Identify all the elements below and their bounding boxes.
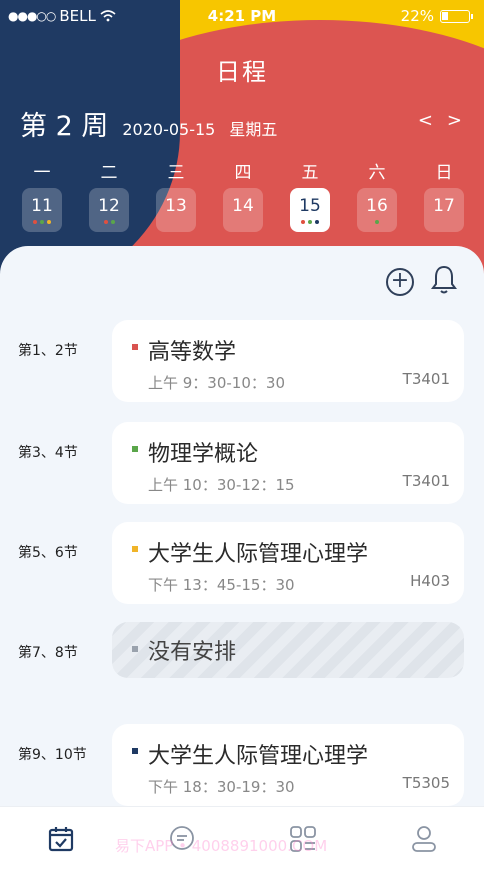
course-room: H403 (410, 572, 450, 590)
profile-icon (411, 825, 436, 852)
week-navigation: < > (418, 110, 462, 131)
day-column: 四 14 (221, 158, 265, 232)
add-button[interactable]: + (386, 268, 414, 296)
event-dot (103, 220, 108, 224)
empty-slot-card[interactable]: 没有安排 (112, 622, 464, 678)
date-tile[interactable]: 12 (89, 188, 129, 232)
event-dots (301, 220, 319, 224)
event-dots (33, 220, 51, 224)
calendar-icon (48, 826, 73, 851)
tab-profile[interactable] (404, 819, 444, 859)
course-room: T5305 (402, 774, 450, 792)
course-name: 高等数学 (148, 340, 237, 365)
date-number: 16 (366, 196, 388, 216)
date-tile[interactable]: 13 (156, 188, 196, 232)
course-card[interactable]: 物理学概论上午 10：30-12：15 T3401 (112, 422, 464, 504)
tab-calendar[interactable] (41, 819, 81, 859)
day-of-week-label: 一 (33, 163, 51, 183)
course-name: 没有安排 (148, 640, 237, 665)
prev-week-button[interactable]: < (418, 110, 433, 131)
next-week-button[interactable]: > (447, 110, 462, 131)
date-number: 12 (98, 196, 120, 216)
period-label: 第9、10节 (18, 747, 87, 763)
date-tile[interactable]: 14 (223, 188, 263, 232)
date-number: 17 (433, 196, 455, 216)
event-dots (103, 220, 115, 224)
battery-percent: 22% (400, 7, 434, 25)
week-number: 第 2 周 (20, 111, 109, 142)
course-time: 下午 13：45-15：30 (148, 576, 295, 594)
battery-icon (440, 9, 473, 23)
date-tile[interactable]: 11 (22, 188, 62, 232)
page-title: 日程 (216, 58, 268, 86)
event-dot (315, 220, 319, 224)
event-dot (33, 220, 37, 224)
event-dot (375, 220, 379, 224)
day-column: 六 16 (355, 158, 399, 232)
day-of-week-label: 二 (100, 163, 118, 183)
period-label: 第5、6节 (18, 545, 78, 561)
event-dot (308, 220, 312, 224)
event-dot (301, 220, 305, 224)
day-column: 三 13 (154, 158, 198, 232)
course-color-mark (132, 748, 138, 754)
date-number: 13 (165, 196, 187, 216)
course-name: 大学生人际管理心理学 (148, 542, 369, 567)
course-color-mark (132, 546, 138, 552)
date-tile[interactable]: 17 (424, 188, 464, 232)
bell-icon[interactable] (430, 264, 458, 296)
course-time: 下午 18：30-19：30 (148, 778, 295, 796)
course-color-mark (132, 344, 138, 350)
date-number: 15 (299, 196, 321, 216)
date-tile-selected[interactable]: 15 (290, 188, 330, 232)
current-weekday: 星期五 (229, 120, 278, 139)
week-day-strip: 一 11 二 12 三 13 四 14 五 15 六 16 日 17 (20, 158, 466, 232)
course-time: 上午 10：30-12：15 (148, 476, 295, 494)
course-color-mark (132, 646, 138, 652)
course-name: 大学生人际管理心理学 (148, 744, 369, 769)
day-column: 日 17 (422, 158, 466, 232)
period-label: 第1、2节 (18, 343, 78, 359)
day-of-week-label: 日 (435, 163, 453, 183)
date-number: 11 (31, 196, 53, 216)
day-column: 二 12 (87, 158, 131, 232)
week-info: 第 2 周 2020-05-15 星期五 (20, 104, 277, 143)
event-dots (375, 220, 379, 224)
period-label: 第3、4节 (18, 445, 78, 461)
course-card[interactable]: 高等数学上午 9：30-10：30 T3401 (112, 320, 464, 402)
day-of-week-label: 六 (368, 163, 386, 183)
day-column: 一 11 (20, 158, 64, 232)
current-date: 2020-05-15 (122, 120, 216, 139)
course-name: 物理学概论 (148, 442, 259, 467)
course-room: T3401 (402, 472, 450, 490)
day-of-week-label: 五 (301, 163, 319, 183)
course-time: 上午 9：30-10：30 (148, 374, 285, 392)
status-bar: ●●●○○ BELL 4:21 PM 22% (0, 0, 484, 32)
event-dot (47, 220, 51, 224)
course-card[interactable]: 大学生人际管理心理学下午 13：45-15：30 H403 (112, 522, 464, 604)
course-color-mark (132, 446, 138, 452)
course-card[interactable]: 大学生人际管理心理学下午 18：30-19：30 T5305 (112, 724, 464, 806)
event-dot (40, 220, 44, 224)
day-of-week-label: 三 (167, 163, 185, 183)
date-tile[interactable]: 16 (357, 188, 397, 232)
period-label: 第7、8节 (18, 645, 78, 661)
course-room: T3401 (402, 370, 450, 388)
event-dot (110, 220, 115, 224)
day-of-week-label: 四 (234, 163, 252, 183)
day-column: 五 15 (288, 158, 332, 232)
watermark: 易下APP • 4008891000.COM (115, 837, 328, 855)
date-number: 14 (232, 196, 254, 216)
